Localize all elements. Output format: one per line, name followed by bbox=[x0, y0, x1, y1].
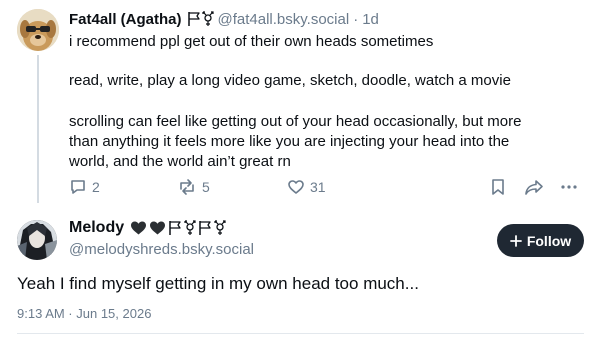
thread-line bbox=[37, 55, 39, 203]
main-author-name[interactable]: Melody bbox=[69, 219, 124, 237]
parent-avatar[interactable] bbox=[17, 9, 59, 51]
bookmark-icon bbox=[492, 179, 504, 195]
repost-count: 5 bbox=[202, 179, 210, 195]
reply-icon bbox=[71, 180, 85, 194]
flag-icon bbox=[199, 221, 211, 235]
share-icon bbox=[525, 180, 543, 195]
flag-icon bbox=[187, 12, 200, 26]
parent-post[interactable]: Fat4all (Agatha) @fat4all.bsky.social · … bbox=[0, 0, 599, 212]
parent-post-text-line-1: i recommend ppl get out of their own hea… bbox=[69, 33, 434, 50]
parent-post-time[interactable]: 1d bbox=[362, 11, 379, 28]
like-icon bbox=[288, 180, 304, 194]
transgender-symbol-icon bbox=[214, 220, 226, 235]
anime-avatar-image bbox=[17, 220, 57, 260]
parent-post-text-line-2: read, write, play a long video game, ske… bbox=[69, 72, 511, 89]
main-name-emojis bbox=[130, 220, 226, 236]
transgender-symbol-icon bbox=[184, 220, 196, 235]
main-post-timestamp[interactable]: 9:13 AM · Jun 15, 2026 bbox=[17, 306, 151, 321]
divider bbox=[17, 333, 584, 334]
reply-button[interactable]: 2 bbox=[69, 178, 100, 196]
bookmark-button[interactable] bbox=[490, 178, 506, 196]
follow-button-label: Follow bbox=[526, 232, 572, 249]
parent-post-text-line-3: scrolling can feel like getting out of y… bbox=[69, 113, 522, 130]
more-icon bbox=[561, 185, 577, 189]
transgender-symbol-icon bbox=[201, 11, 214, 26]
black-heart-icon bbox=[150, 221, 166, 235]
repost-button[interactable]: 5 bbox=[177, 178, 210, 196]
more-options-button[interactable] bbox=[560, 178, 578, 196]
parent-post-text-line-5: world, and the world ain’t great rn bbox=[69, 153, 291, 170]
parent-post-header: Fat4all (Agatha) @fat4all.bsky.social · … bbox=[69, 9, 379, 29]
parent-author-name[interactable]: Fat4all (Agatha) bbox=[69, 11, 182, 28]
separator-dot: · bbox=[353, 10, 359, 28]
black-heart-icon bbox=[131, 221, 147, 235]
reply-count: 2 bbox=[92, 179, 100, 195]
parent-author-handle[interactable]: @fat4all.bsky.social bbox=[218, 11, 350, 28]
like-count: 31 bbox=[310, 179, 326, 195]
parent-post-actions: 2 5 31 bbox=[69, 178, 589, 200]
main-author-handle[interactable]: @melodyshreds.bsky.social bbox=[69, 241, 254, 258]
plus-icon bbox=[509, 234, 522, 247]
flag-icon bbox=[169, 221, 181, 235]
dog-avatar-image bbox=[17, 9, 59, 51]
main-post-text: Yeah I find myself getting in my own hea… bbox=[17, 274, 419, 293]
parent-post-text-line-4: than anything it feels more like you are… bbox=[69, 133, 510, 150]
main-author-row: Melody bbox=[69, 219, 226, 237]
parent-name-emojis bbox=[187, 11, 214, 27]
follow-button[interactable]: Follow bbox=[497, 224, 584, 257]
main-avatar[interactable] bbox=[17, 220, 57, 260]
share-button[interactable] bbox=[524, 178, 544, 196]
repost-icon bbox=[180, 179, 194, 195]
like-button[interactable]: 31 bbox=[287, 178, 326, 196]
